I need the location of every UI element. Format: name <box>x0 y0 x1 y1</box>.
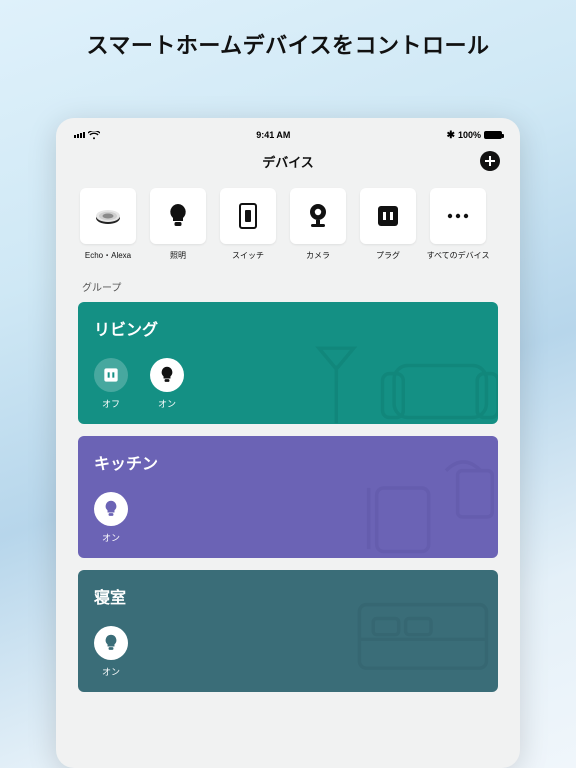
plus-icon <box>484 155 496 167</box>
status-time: 9:41 AM <box>256 130 290 140</box>
device-state-label: オン <box>102 665 120 678</box>
bulb-icon <box>94 626 128 660</box>
bulb-icon <box>94 492 128 526</box>
device-bulb-on[interactable]: オン <box>94 626 128 678</box>
group-title: 寝室 <box>94 584 482 608</box>
category-plug[interactable]: プラグ <box>358 188 418 261</box>
plug-icon <box>94 358 128 392</box>
category-label: プラグ <box>376 250 400 261</box>
screen: 9:41 AM ✱ 100% デバイス Echo・Alexa <box>64 126 512 760</box>
switch-icon <box>233 201 263 231</box>
category-label: すべてのデバイス <box>427 250 490 261</box>
device-state-label: オン <box>158 397 176 410</box>
category-label: Echo・Alexa <box>85 250 131 261</box>
groups-section-label: グループ <box>64 265 512 302</box>
category-all[interactable]: すべてのデバイス <box>428 188 488 261</box>
device-plug-off[interactable]: オフ <box>94 358 128 410</box>
device-bulb-on[interactable]: オン <box>150 358 184 410</box>
category-switch[interactable]: スイッチ <box>218 188 278 261</box>
group-title: リビング <box>94 316 482 340</box>
bluetooth-icon: ✱ <box>447 130 455 141</box>
device-bulb-on[interactable]: オン <box>94 492 128 544</box>
bulb-icon <box>150 358 184 392</box>
tablet-frame: 9:41 AM ✱ 100% デバイス Echo・Alexa <box>56 118 520 768</box>
category-row: Echo・Alexa 照明 スイッチ カメラ <box>64 178 512 265</box>
camera-icon <box>303 201 333 231</box>
more-icon <box>443 201 473 231</box>
page-title: デバイス <box>262 152 314 171</box>
group-card-living[interactable]: リビング オフ オン <box>78 302 498 424</box>
category-light[interactable]: 照明 <box>148 188 208 261</box>
echo-icon <box>93 201 123 231</box>
category-label: スイッチ <box>232 250 264 261</box>
signal-icon <box>74 132 85 138</box>
device-state-label: オフ <box>102 397 120 410</box>
plug-icon <box>373 201 403 231</box>
hero-title: スマートホームデバイスをコントロール <box>0 0 576 78</box>
category-label: 照明 <box>170 250 186 261</box>
group-title: キッチン <box>94 450 482 474</box>
status-bar: 9:41 AM ✱ 100% <box>64 126 512 144</box>
nav-bar: デバイス <box>64 144 512 178</box>
add-button[interactable] <box>480 151 500 171</box>
device-state-label: オン <box>102 531 120 544</box>
category-echo[interactable]: Echo・Alexa <box>78 188 138 261</box>
bulb-icon <box>163 201 193 231</box>
category-camera[interactable]: カメラ <box>288 188 348 261</box>
group-card-bedroom[interactable]: 寝室 オン <box>78 570 498 692</box>
battery-icon <box>484 131 502 139</box>
wifi-icon <box>88 131 100 140</box>
group-card-kitchen[interactable]: キッチン オン <box>78 436 498 558</box>
battery-pct: 100% <box>458 130 481 140</box>
category-label: カメラ <box>306 250 330 261</box>
groups-list: リビング オフ オン <box>64 302 512 692</box>
